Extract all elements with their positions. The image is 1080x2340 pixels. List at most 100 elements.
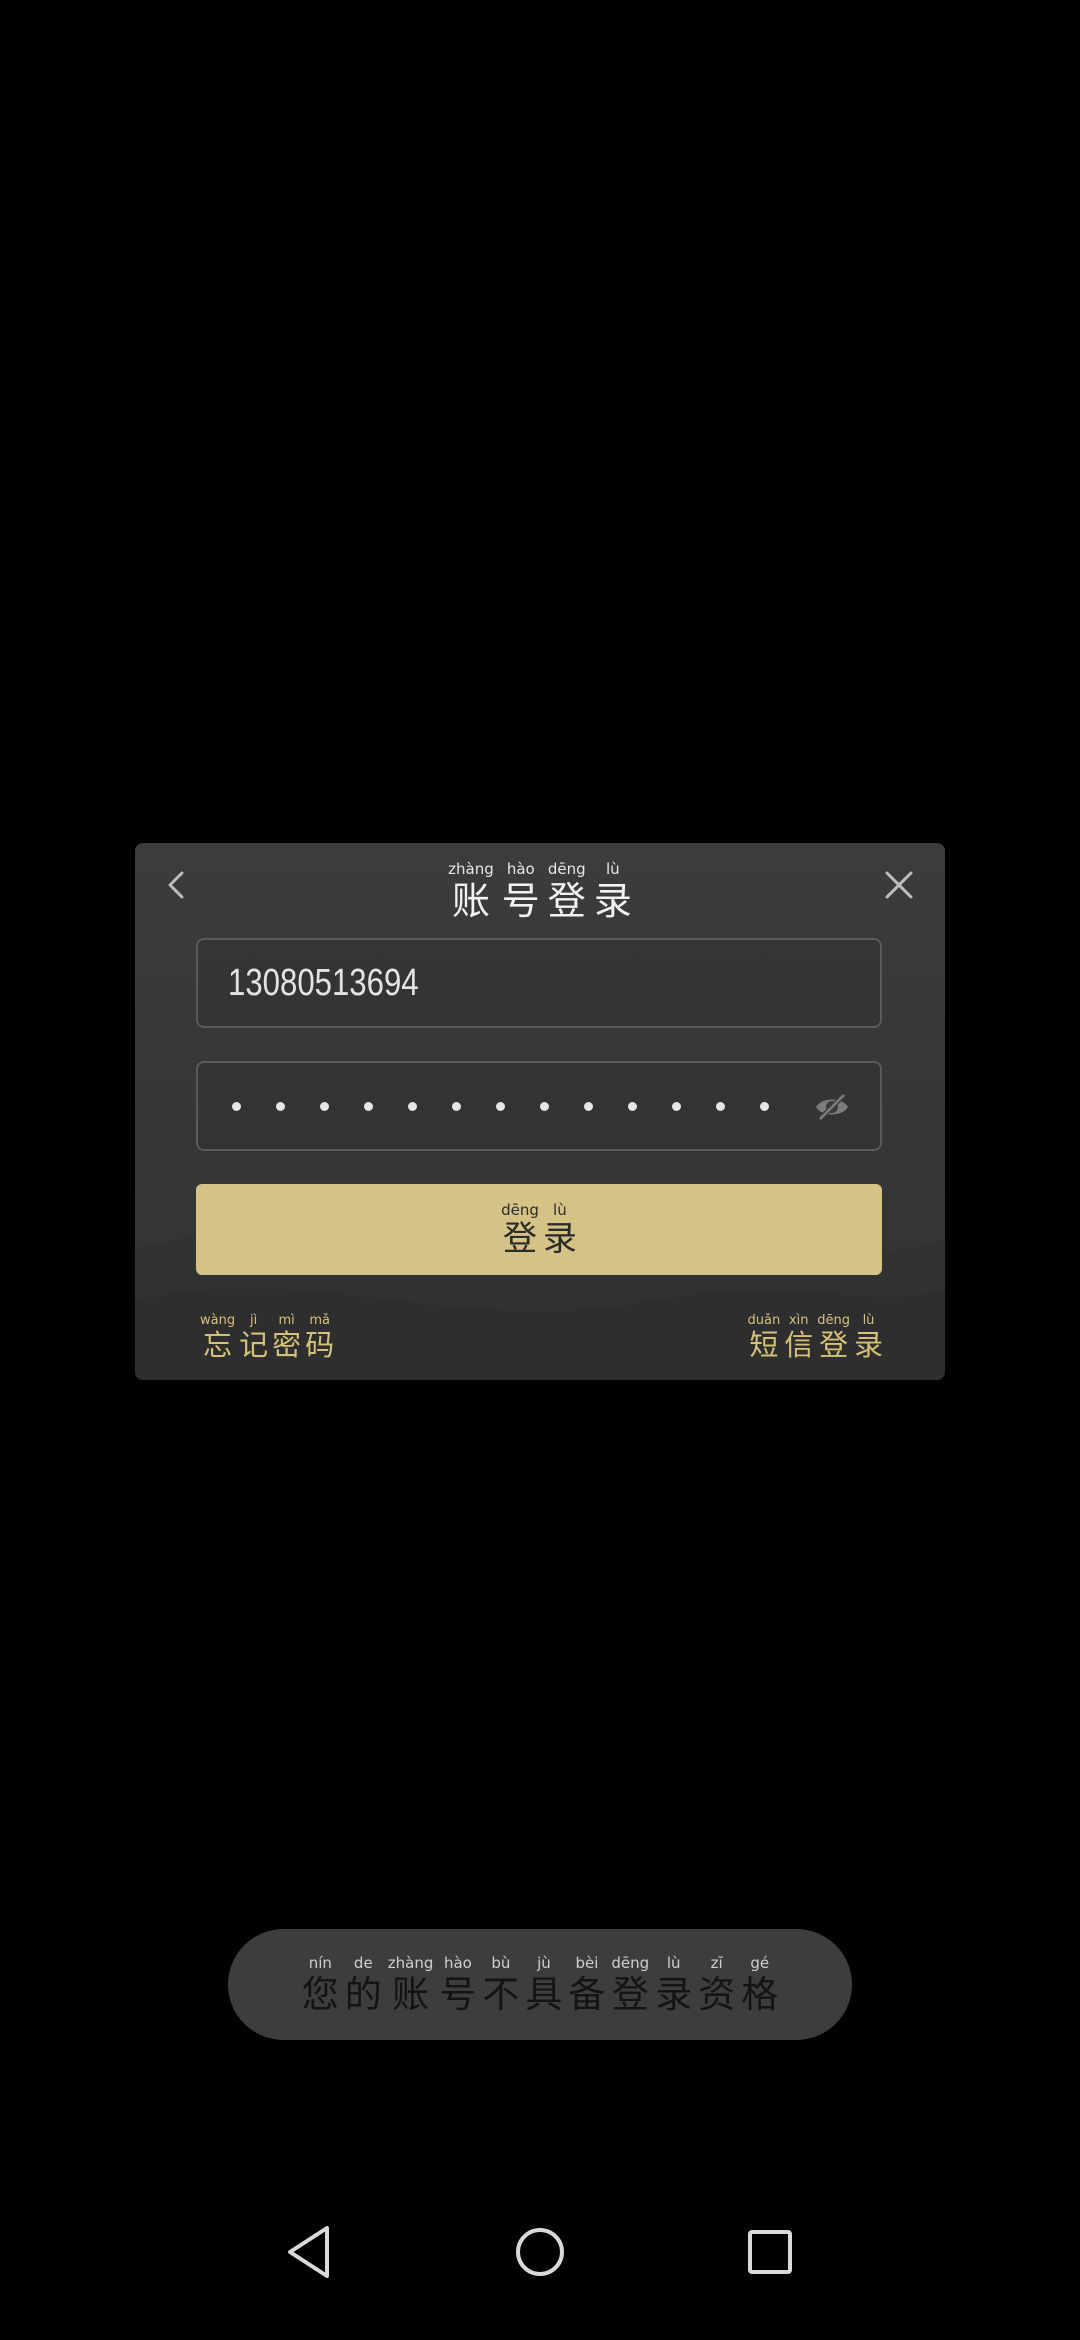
- pinyin-annotation: lù: [862, 1313, 875, 1328]
- pinyin-annotation: lù: [553, 1201, 567, 1219]
- pinyin-annotation: dēng: [611, 1954, 650, 1972]
- hanzi-character: 录: [853, 1328, 883, 1362]
- pinyin-annotation: jì: [249, 1313, 258, 1328]
- login-button[interactable]: dēng 登 lù 录: [196, 1184, 882, 1275]
- sms-label-char: dēng 登: [817, 1314, 850, 1360]
- toast-char: lù 录: [655, 1954, 693, 2016]
- title-char: zhàng 账: [448, 860, 494, 923]
- login-dialog: zhàng 账 hào 号 dēng 登 lù 录 13080513694 dē…: [135, 843, 945, 1380]
- phone-input[interactable]: 13080513694: [196, 938, 882, 1028]
- hanzi-character: 账: [451, 879, 490, 923]
- hanzi-character: 登: [547, 879, 586, 923]
- password-dot: [496, 1101, 505, 1111]
- forgot-label-char: jì 记: [239, 1314, 268, 1360]
- pinyin-annotation: jù: [537, 1954, 551, 1972]
- pinyin-annotation: hào: [443, 1954, 472, 1972]
- hanzi-character: 登: [611, 1973, 649, 2016]
- pinyin-annotation: lù: [605, 860, 620, 878]
- sms-label-char: lù 录: [854, 1314, 883, 1360]
- login-label-char: dēng 登: [501, 1201, 539, 1257]
- sms-label-char: duǎn 短: [748, 1314, 781, 1360]
- login-button-label: dēng 登 lù 录: [499, 1201, 579, 1259]
- phone-value: 13080513694: [228, 962, 419, 1004]
- password-dot: [672, 1101, 681, 1111]
- toggle-password-visibility-button[interactable]: [812, 1087, 852, 1127]
- nav-back-button[interactable]: [282, 2220, 338, 2284]
- password-input[interactable]: [196, 1061, 882, 1151]
- hanzi-character: 不: [482, 1973, 520, 2016]
- toast-char: zhàng 账: [387, 1954, 434, 2014]
- password-dot: [540, 1101, 549, 1111]
- hanzi-character: 录: [542, 1219, 577, 1259]
- pinyin-annotation: dēng: [817, 1313, 850, 1328]
- toast-char: dēng 登: [611, 1954, 650, 2016]
- hanzi-character: 记: [239, 1328, 269, 1362]
- pinyin-annotation: hào: [506, 860, 535, 878]
- hanzi-character: 您: [301, 1973, 339, 2016]
- eye-off-icon: [816, 1093, 848, 1121]
- password-dot: [408, 1101, 417, 1111]
- pinyin-annotation: mì: [278, 1313, 295, 1328]
- circle-home-icon: [516, 2228, 564, 2276]
- hanzi-character: 号: [501, 879, 540, 923]
- nav-recents-button[interactable]: [742, 2220, 798, 2284]
- password-masked-value: [232, 1063, 804, 1149]
- close-icon: [885, 871, 913, 899]
- toast-char: zī 资: [698, 1956, 736, 2016]
- pinyin-annotation: xìn: [788, 1313, 809, 1328]
- title-char: lù 录: [593, 860, 632, 923]
- pinyin-annotation: dēng: [501, 1201, 539, 1219]
- hanzi-character: 资: [698, 1973, 736, 2016]
- hanzi-character: 密: [272, 1328, 302, 1362]
- forgot-label-char: mì 密: [272, 1314, 301, 1360]
- toast-char: bèi 备: [568, 1954, 606, 2016]
- hanzi-character: 备: [568, 1973, 606, 2016]
- forgot-label-char: wàng 忘: [200, 1314, 235, 1360]
- toast-message: nín 您 de 的 zhàng 账 hào 号 bù 不 jù 具 bèi 备 dēng 登 lù 录 zī 资 gé…: [228, 1929, 852, 2040]
- password-dot: [760, 1101, 769, 1111]
- password-dot: [320, 1101, 329, 1111]
- hanzi-character: 格: [741, 1973, 779, 2016]
- hanzi-character: 号: [439, 1973, 477, 2016]
- pinyin-annotation: de: [353, 1954, 373, 1972]
- pinyin-annotation: nín: [308, 1954, 332, 1972]
- forgot-label-char: mǎ 码: [305, 1314, 334, 1360]
- triangle-back-icon: [288, 2226, 329, 2278]
- hanzi-character: 忘: [203, 1328, 233, 1362]
- close-button[interactable]: [881, 867, 917, 903]
- title-char: hào 号: [501, 860, 540, 923]
- toast-char: hào 号: [439, 1954, 477, 2016]
- hanzi-character: 码: [305, 1328, 335, 1362]
- pinyin-annotation: zhàng: [448, 860, 494, 878]
- login-label-char: lù 录: [542, 1201, 577, 1259]
- screen: zhàng 账 hào 号 dēng 登 lù 录 13080513694 dē…: [0, 0, 1080, 2340]
- password-dot: [276, 1101, 285, 1111]
- password-dot: [364, 1101, 373, 1111]
- password-dot: [716, 1101, 725, 1111]
- system-navigation-bar: [0, 2220, 1080, 2340]
- square-recents-icon: [748, 2230, 792, 2274]
- sms-login-link[interactable]: duǎn 短 xìn 信 dēng 登 lù 录: [746, 1309, 885, 1360]
- pinyin-annotation: bèi: [575, 1954, 599, 1972]
- password-dot: [584, 1101, 593, 1111]
- forgot-password-link[interactable]: wàng 忘 jì 记 mì 密 mǎ 码: [198, 1309, 336, 1360]
- password-dot: [232, 1101, 241, 1111]
- hanzi-character: 具: [525, 1973, 563, 2016]
- pinyin-annotation: mǎ: [309, 1313, 330, 1328]
- title-char: dēng 登: [547, 860, 586, 923]
- password-dot: [628, 1101, 637, 1111]
- toast-char: gé 格: [741, 1956, 779, 2016]
- hanzi-character: 的: [344, 1973, 382, 2016]
- pinyin-annotation: duǎn: [747, 1313, 781, 1328]
- hanzi-character: 录: [593, 879, 632, 923]
- password-dot: [452, 1101, 461, 1111]
- pinyin-annotation: lù: [666, 1954, 681, 1972]
- hanzi-character: 登: [819, 1328, 849, 1362]
- hanzi-character: 录: [655, 1973, 693, 2016]
- hanzi-character: 短: [749, 1328, 779, 1362]
- pinyin-annotation: zhàng: [387, 1954, 434, 1972]
- pinyin-annotation: bù: [491, 1954, 511, 1972]
- pinyin-annotation: dēng: [547, 860, 586, 878]
- nav-home-button[interactable]: [512, 2220, 568, 2284]
- sms-label-char: xìn 信: [784, 1314, 813, 1360]
